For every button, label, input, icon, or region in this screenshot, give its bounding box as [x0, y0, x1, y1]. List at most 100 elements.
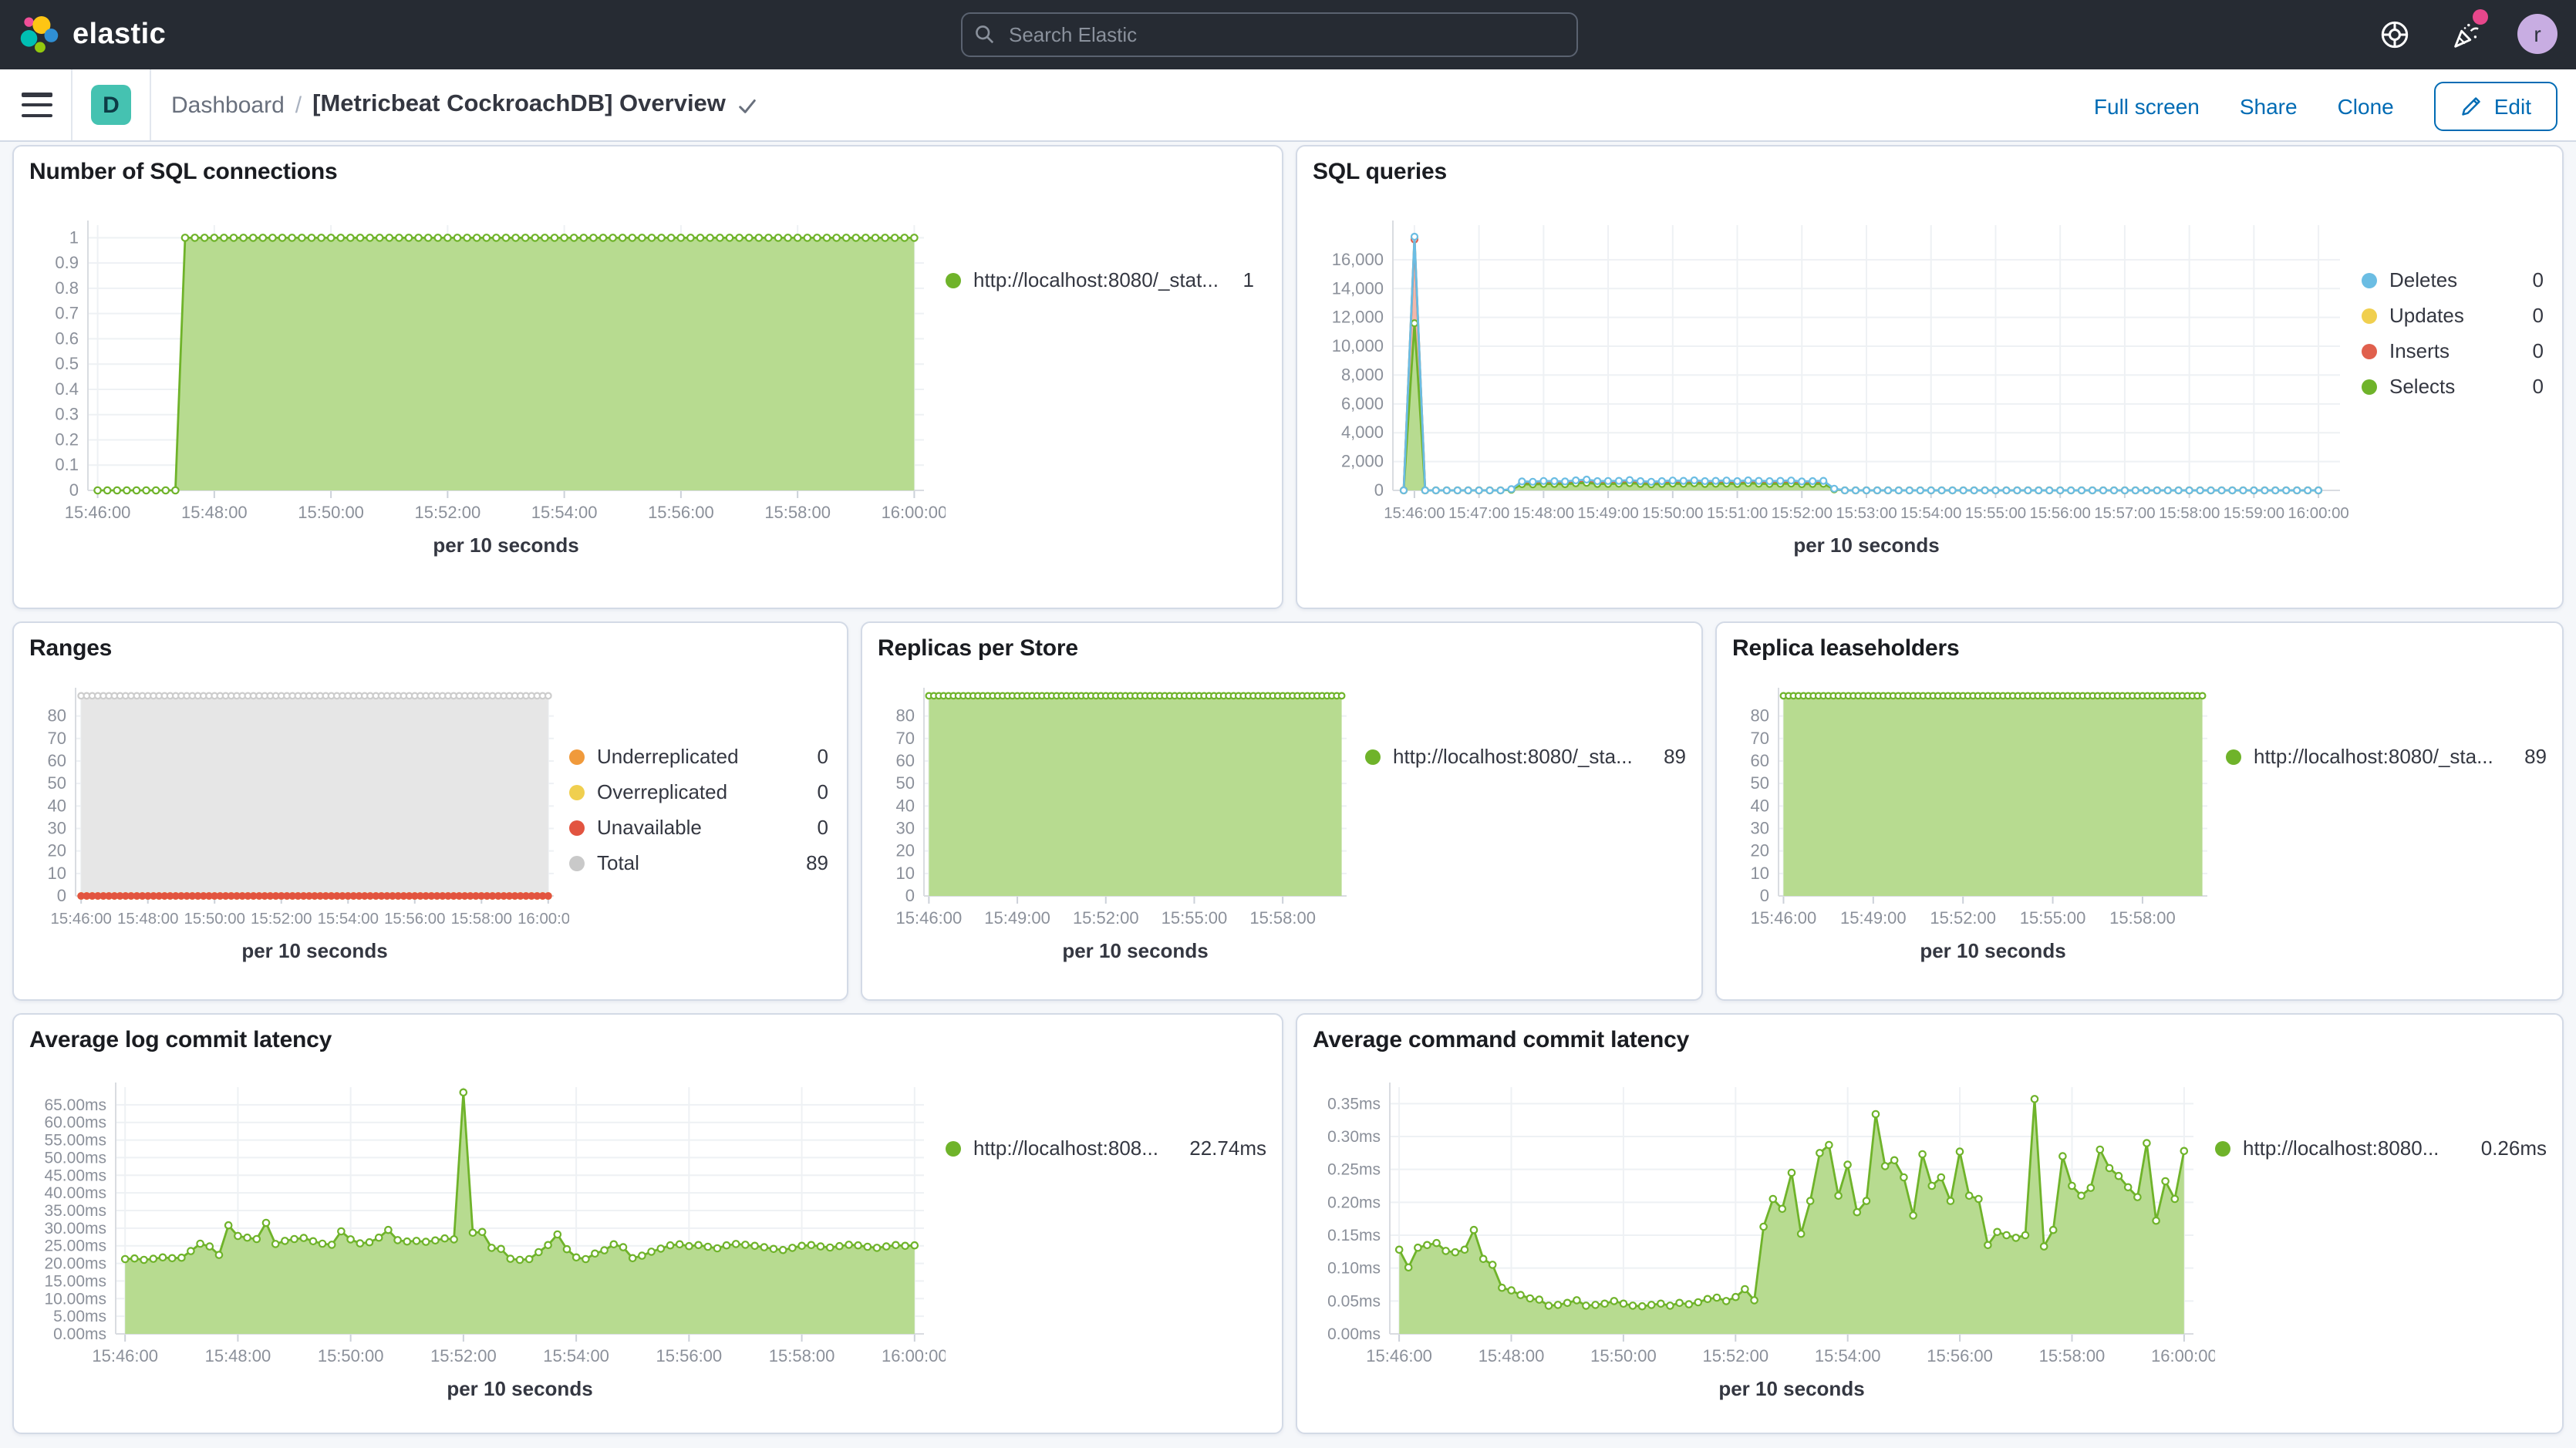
svg-text:15.00ms: 15.00ms [44, 1272, 106, 1290]
clone-button[interactable]: Clone [2338, 93, 2394, 118]
search-input[interactable] [1006, 22, 1564, 48]
svg-text:15:58:00: 15:58:00 [451, 911, 512, 928]
svg-text:15:53:00: 15:53:00 [1836, 505, 1897, 522]
avatar-initial: r [2534, 22, 2541, 46]
panel-title: SQL queries [1313, 159, 2547, 185]
legend-value: 0 [818, 816, 828, 839]
svg-text:15:58:00: 15:58:00 [2109, 908, 2176, 928]
legend-item[interactable]: http://localhost:8080/_sta...89 [2226, 745, 2547, 768]
help-button[interactable] [2375, 15, 2412, 52]
legend-item[interactable]: http://localhost:8080...0.26ms [2215, 1137, 2547, 1160]
notification-dot [2473, 9, 2488, 25]
legend-label: http://localhost:808... [973, 1137, 1174, 1160]
svg-text:80: 80 [1751, 706, 1769, 726]
svg-text:15:56:00: 15:56:00 [656, 1346, 723, 1365]
svg-text:15:49:00: 15:49:00 [1840, 908, 1907, 928]
svg-text:15:54:00: 15:54:00 [318, 911, 379, 928]
svg-text:15:52:00: 15:52:00 [251, 911, 312, 928]
svg-text:60.00ms: 60.00ms [44, 1114, 106, 1132]
legend-item[interactable]: Overreplicated0 [569, 780, 828, 803]
svg-text:6,000: 6,000 [1341, 394, 1384, 413]
svg-text:15:54:00: 15:54:00 [543, 1346, 609, 1365]
svg-text:15:50:00: 15:50:00 [184, 911, 245, 928]
dashboard-toolbar: D Dashboard / [Metricbeat CockroachDB] O… [0, 69, 2576, 142]
svg-text:15:54:00: 15:54:00 [1900, 505, 1961, 522]
menu-button[interactable] [22, 93, 52, 117]
svg-text:0: 0 [69, 480, 79, 500]
legend-value: 0 [2533, 375, 2544, 398]
legend-dot-icon [1365, 749, 1381, 764]
legend-value: 89 [1664, 745, 1686, 768]
elastic-logo[interactable]: elastic [20, 15, 166, 54]
full-screen-button[interactable]: Full screen [2094, 93, 2200, 118]
legend-item[interactable]: http://localhost:808...22.74ms [946, 1137, 1266, 1160]
edit-button-label: Edit [2494, 93, 2531, 118]
svg-text:30: 30 [48, 818, 66, 837]
panel-replicas-per-store: Replicas per Store 0102030405060708015:4… [861, 621, 1703, 1001]
svg-text:15:56:00: 15:56:00 [1927, 1346, 1993, 1365]
svg-text:0.6: 0.6 [55, 328, 79, 348]
chart-legend: http://localhost:808...22.74ms [946, 1056, 1266, 1426]
svg-text:20: 20 [1751, 841, 1769, 860]
svg-text:15:46:00: 15:46:00 [1751, 908, 1817, 928]
share-button[interactable]: Share [2240, 93, 2298, 118]
svg-text:0.30ms: 0.30ms [1327, 1128, 1381, 1146]
svg-text:15:51:00: 15:51:00 [1707, 505, 1768, 522]
legend-item[interactable]: Deletes0 [2362, 268, 2544, 291]
svg-text:15:57:00: 15:57:00 [2094, 505, 2155, 522]
chart-legend: Deletes0Updates0Inserts0Selects0 [2362, 188, 2544, 589]
replica-leaseholders-chart: 0102030405060708015:46:0015:49:0015:52:0… [1732, 665, 2226, 981]
breadcrumb-dashboard-link[interactable]: Dashboard [171, 92, 285, 118]
replicas-per-store-chart: 0102030405060708015:46:0015:49:0015:52:0… [878, 665, 1365, 981]
svg-text:0.25ms: 0.25ms [1327, 1161, 1381, 1179]
svg-text:35.00ms: 35.00ms [44, 1202, 106, 1220]
svg-text:80: 80 [896, 706, 915, 726]
svg-text:15:47:00: 15:47:00 [1448, 505, 1509, 522]
panel-log-commit-latency: Average log commit latency 0.00ms5.00ms1… [12, 1013, 1283, 1434]
legend-label: http://localhost:8080/_sta... [2254, 745, 2509, 768]
legend-item[interactable]: Updates0 [2362, 304, 2544, 327]
svg-text:15:46:00: 15:46:00 [51, 911, 112, 928]
svg-text:0.5: 0.5 [55, 354, 79, 373]
svg-text:10: 10 [896, 864, 915, 883]
legend-value: 0 [2533, 268, 2544, 291]
svg-text:40: 40 [48, 796, 66, 815]
svg-text:45.00ms: 45.00ms [44, 1167, 106, 1184]
chart-legend: http://localhost:8080/_stat...1 [946, 188, 1254, 589]
legend-item[interactable]: Underreplicated0 [569, 745, 828, 768]
svg-text:15:50:00: 15:50:00 [1590, 1346, 1657, 1365]
legend-item[interactable]: Inserts0 [2362, 339, 2544, 362]
svg-text:15:50:00: 15:50:00 [1642, 505, 1703, 522]
svg-text:50.00ms: 50.00ms [44, 1149, 106, 1167]
legend-item[interactable]: Unavailable0 [569, 816, 828, 839]
svg-text:40: 40 [1751, 796, 1769, 815]
svg-text:70: 70 [48, 729, 66, 748]
avatar[interactable]: r [2517, 14, 2557, 54]
app-badge-letter: D [103, 92, 120, 118]
legend-item[interactable]: Total89 [569, 851, 828, 874]
legend-item[interactable]: http://localhost:8080/_sta...89 [1365, 745, 1686, 768]
svg-text:0: 0 [905, 886, 915, 905]
elastic-logo-icon [20, 15, 59, 54]
svg-text:10.00ms: 10.00ms [44, 1290, 106, 1308]
legend-item[interactable]: Selects0 [2362, 375, 2544, 398]
legend-value: 0 [2533, 304, 2544, 327]
legend-item[interactable]: http://localhost:8080/_stat...1 [946, 268, 1254, 291]
panel-sql-queries: SQL queries 02,0004,0006,0008,00010,0001… [1296, 145, 2564, 609]
svg-text:30: 30 [1751, 818, 1769, 837]
svg-text:0.20ms: 0.20ms [1327, 1194, 1381, 1211]
life-buoy-icon [2378, 18, 2410, 50]
svg-text:0.2: 0.2 [55, 429, 79, 449]
legend-label: Underreplicated [597, 745, 802, 768]
global-search[interactable] [961, 12, 1578, 57]
sql-connections-chart: 00.10.20.30.40.50.60.70.80.9115:46:0015:… [29, 188, 946, 589]
title-check-icon[interactable] [738, 95, 758, 115]
svg-text:15:46:00: 15:46:00 [1366, 1346, 1432, 1365]
svg-text:0.8: 0.8 [55, 278, 79, 298]
svg-text:16:00:00: 16:00:00 [2288, 505, 2348, 522]
legend-label: Inserts [2389, 339, 2517, 362]
svg-text:0.15ms: 0.15ms [1327, 1227, 1381, 1244]
edit-button[interactable]: Edit [2434, 81, 2557, 130]
dashboard-app-badge[interactable]: D [91, 85, 131, 125]
news-feed-button[interactable] [2446, 15, 2483, 52]
